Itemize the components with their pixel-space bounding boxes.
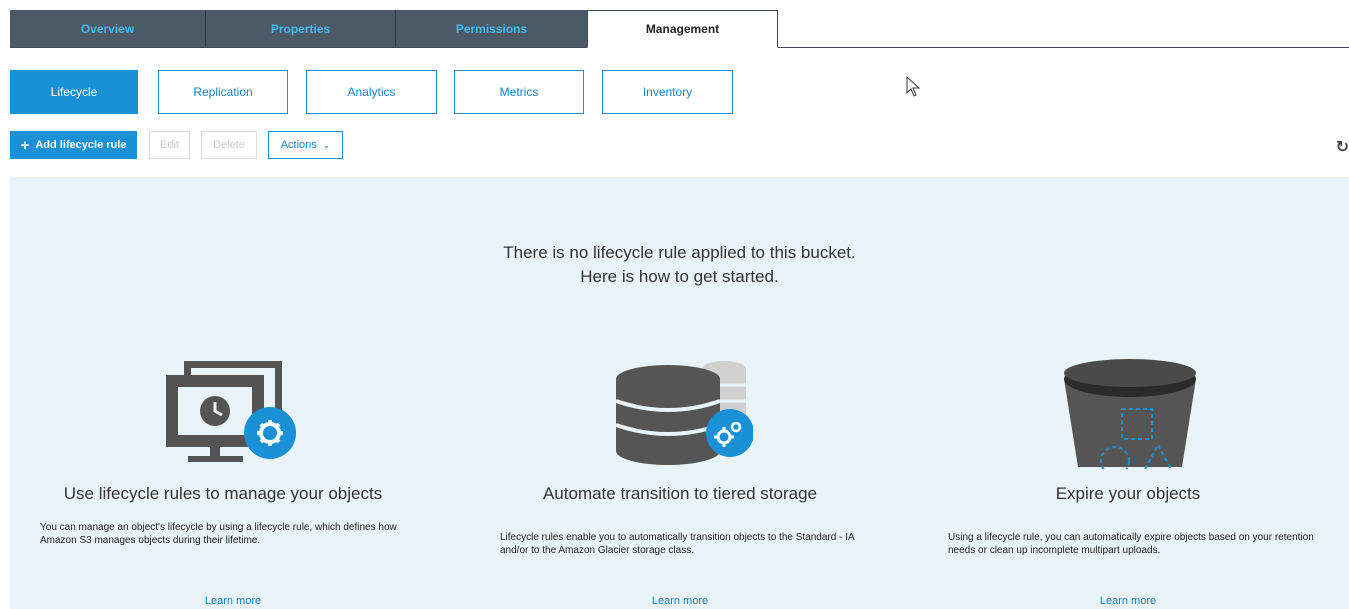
chevron-down-icon: ⌄ — [322, 139, 331, 150]
card-title-lifecycle: Use lifecycle rules to manage your objec… — [63, 484, 383, 503]
add-lifecycle-rule-button[interactable]: + Add lifecycle rule — [10, 131, 137, 159]
card-title-expire: Expire your objects — [1055, 484, 1201, 503]
edit-button[interactable]: Edit — [149, 131, 190, 159]
card-desc-transition: Lifecycle rules enable you to automatica… — [500, 532, 855, 556]
tab-management[interactable]: Management — [587, 10, 778, 48]
card-desc-lifecycle: You can manage an object's lifecycle by … — [40, 522, 397, 546]
learn-more-link-expire[interactable]: Learn more — [910, 595, 1346, 607]
card-title-transition: Automate transition to tiered storage — [542, 484, 818, 503]
tab-permissions[interactable]: Permissions — [395, 10, 587, 47]
subtab-inventory[interactable]: Inventory — [602, 70, 733, 114]
refresh-icon[interactable]: ↻ — [1336, 137, 1349, 157]
tab-properties[interactable]: Properties — [205, 10, 395, 47]
subtab-analytics[interactable]: Analytics — [306, 70, 437, 114]
empty-message-line1: There is no lifecycle rule applied to th… — [503, 243, 856, 262]
bucket-icon — [1064, 359, 1196, 469]
lifecycle-monitor-icon — [166, 361, 296, 462]
subtab-metrics[interactable]: Metrics — [454, 70, 584, 114]
subtab-replication[interactable]: Replication — [158, 70, 288, 114]
actions-dropdown[interactable]: Actions ⌄ — [268, 131, 343, 159]
learn-more-link-transition[interactable]: Learn more — [460, 595, 900, 607]
learn-more-link-lifecycle[interactable]: Learn more — [10, 595, 456, 607]
tiered-storage-icon — [615, 361, 753, 465]
delete-button[interactable]: Delete — [201, 131, 257, 159]
top-tab-bar: Overview Properties Permissions Manageme… — [10, 10, 1349, 48]
actions-label: Actions — [280, 139, 317, 151]
add-lifecycle-rule-label: Add lifecycle rule — [35, 139, 127, 151]
subtab-lifecycle[interactable]: Lifecycle — [10, 70, 138, 114]
tab-overview[interactable]: Overview — [10, 10, 205, 47]
empty-state-panel: There is no lifecycle rule applied to th… — [10, 177, 1349, 609]
plus-icon: + — [20, 136, 30, 154]
card-desc-expire: Using a lifecycle rule, you can automati… — [948, 532, 1314, 556]
mouse-cursor-icon — [906, 76, 921, 97]
empty-message-line2: Here is how to get started. — [580, 267, 779, 286]
